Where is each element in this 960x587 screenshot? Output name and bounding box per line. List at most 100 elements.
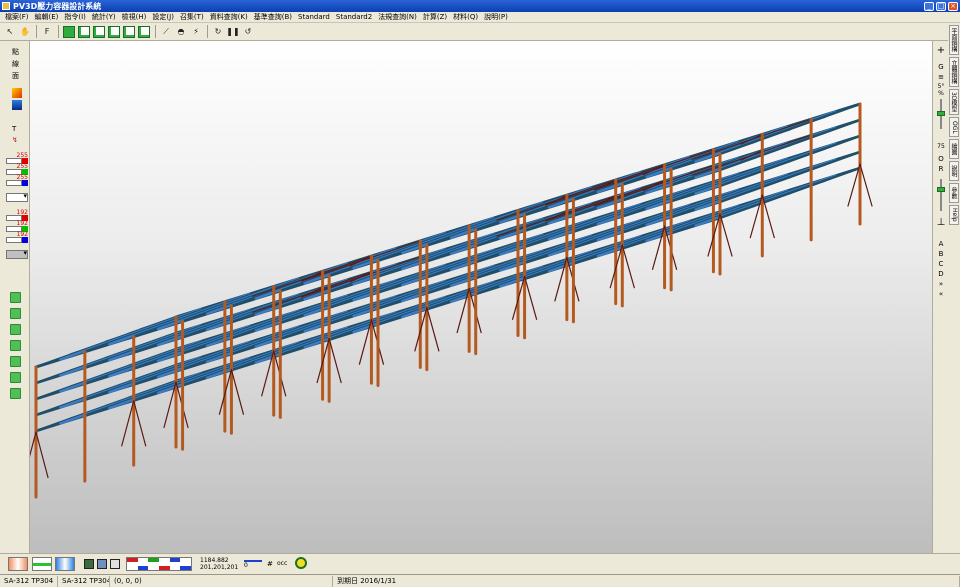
green-tool-button-4[interactable] — [10, 340, 21, 351]
menu-calculate[interactable]: 計算(Z) — [420, 12, 450, 22]
text-tool-icon[interactable]: T — [12, 125, 16, 133]
cube-iso-icon[interactable] — [138, 25, 150, 38]
color-dropdown-1[interactable] — [6, 192, 28, 202]
green-tool-button-3[interactable] — [10, 324, 21, 335]
tab-plane-steel[interactable]: 平面鋼構 — [949, 25, 959, 55]
mode-o-button[interactable]: O — [936, 155, 946, 163]
maximize-button[interactable]: □ — [936, 1, 946, 11]
green-tool-button-5[interactable] — [10, 356, 21, 367]
menu-material[interactable]: 材料(Q) — [450, 12, 481, 22]
green-tool-button-7[interactable] — [10, 388, 21, 399]
toolbar-separator — [155, 25, 156, 38]
rotate-slider-knob[interactable] — [937, 187, 945, 192]
rotate-icon[interactable]: ↻ — [212, 26, 224, 38]
occ-label: occ — [277, 560, 288, 567]
line-width-control[interactable]: 0 — [244, 557, 262, 571]
tab-3d-steel[interactable]: 立體鋼構 — [949, 57, 959, 87]
knee-brace — [859, 163, 873, 207]
measure-icon[interactable]: ⟋ — [160, 26, 172, 38]
pause-icon[interactable]: ❚❚ — [226, 26, 239, 38]
tab-ogl[interactable]: OGL — [949, 117, 959, 137]
menu-statistics[interactable]: 統計(Y) — [89, 12, 119, 22]
save-icon[interactable] — [97, 559, 107, 569]
zoom-slider-knob[interactable] — [937, 111, 945, 116]
next-button[interactable]: » — [936, 280, 946, 288]
render-icon[interactable]: ◓ — [175, 26, 187, 38]
knee-brace — [719, 213, 733, 257]
menu-standard2[interactable]: Standard2 — [333, 13, 375, 21]
view-point-button[interactable]: 點 — [12, 47, 19, 57]
menu-help[interactable]: 說明(P) — [481, 12, 511, 22]
font-icon[interactable]: F — [41, 26, 53, 38]
status-bar: SA-312 TP304 SA-312 TP304 (0, 0, 0) 到期日 … — [0, 574, 960, 587]
status-material-2: SA-312 TP304 — [58, 575, 110, 587]
close-button[interactable]: × — [948, 1, 958, 11]
green-tool-button-2[interactable] — [10, 308, 21, 319]
wand-icon[interactable]: ⚡ — [190, 26, 202, 38]
cube-side-icon[interactable] — [108, 25, 120, 38]
fire-palette-icon[interactable] — [12, 88, 22, 98]
tab-parameters[interactable]: 參數 — [949, 183, 959, 203]
left-tool-panel: 點 線 面 T ↯ 255 255 255 192 192 192 — [0, 41, 30, 553]
hand-icon[interactable]: ✋ — [19, 26, 31, 38]
letter-b-button[interactable]: B — [936, 250, 946, 258]
green-preview-swatch[interactable] — [32, 557, 52, 571]
menu-file[interactable]: 檔案(F) — [2, 12, 32, 22]
menu-standard[interactable]: Standard — [295, 13, 333, 21]
tab-drawing[interactable]: 繪圖 — [949, 139, 959, 159]
letter-c-button[interactable]: C — [936, 260, 946, 268]
cube-front-icon[interactable] — [78, 25, 90, 38]
view-face-button[interactable]: 面 — [12, 71, 19, 81]
menu-command[interactable]: 指令(I) — [61, 12, 89, 22]
title-bar: PV3D壓力容器設計系統 _ □ × — [0, 0, 960, 12]
blue-preview-swatch[interactable] — [55, 557, 75, 571]
menu-view[interactable]: 檢視(H) — [119, 12, 150, 22]
baseline-icon[interactable]: ⊥ — [936, 217, 946, 228]
document-icon[interactable] — [110, 559, 120, 569]
anchor-icon[interactable]: + — [936, 45, 946, 56]
pointer-icon[interactable]: ↖ — [4, 26, 16, 38]
color-scale-bar[interactable] — [126, 557, 192, 571]
knee-brace — [426, 306, 440, 352]
scale-percent-button[interactable]: 5°% — [936, 83, 946, 97]
pen-icon[interactable]: ↯ — [12, 136, 18, 144]
menu-edit[interactable]: 編輯(E) — [32, 12, 62, 22]
lines-icon[interactable]: ≡ — [936, 73, 946, 81]
tab-description[interactable]: 說明 — [949, 161, 959, 181]
cube-back-icon[interactable] — [123, 25, 135, 38]
rotate-slider-track[interactable] — [940, 179, 942, 211]
cube-solid-icon[interactable] — [63, 25, 75, 38]
menu-settings[interactable]: 設定(J) — [149, 12, 177, 22]
blue-palette-icon[interactable] — [12, 100, 22, 110]
tab-3d-model[interactable]: 3D模型 — [949, 89, 959, 115]
tab-help[interactable]: Help — [949, 205, 959, 225]
color-blue-row-2[interactable]: 192 — [6, 231, 28, 244]
hash-button[interactable]: # — [267, 560, 273, 568]
knee-brace — [328, 337, 342, 384]
check-icon[interactable] — [84, 559, 94, 569]
color-dropdown-2[interactable] — [6, 249, 28, 259]
letter-a-button[interactable]: A — [936, 240, 946, 248]
letter-d-button[interactable]: D — [936, 270, 946, 278]
cube-top-icon[interactable] — [93, 25, 105, 38]
menu-standard-query[interactable]: 基準查詢(B) — [251, 12, 295, 22]
menu-collect[interactable]: 召集(T) — [177, 12, 207, 22]
transverse-beam — [718, 102, 862, 156]
green-tool-button-6[interactable] — [10, 372, 21, 383]
color-blue-row[interactable]: 255 — [6, 174, 28, 187]
right-tool-panel: + G ≡ 5°% 75 O R ⊥ A B C D » « — [932, 41, 948, 553]
grid-g-button[interactable]: G — [936, 63, 946, 71]
prev-button[interactable]: « — [936, 290, 946, 298]
menu-code-query[interactable]: 法規查詢(N) — [375, 12, 420, 22]
orange-preview-swatch[interactable] — [8, 557, 28, 571]
minimize-button[interactable]: _ — [924, 1, 934, 11]
view-line-button[interactable]: 線 — [12, 59, 19, 69]
menu-data-query[interactable]: 資料查詢(K) — [207, 12, 251, 22]
green-tool-button-1[interactable] — [10, 292, 21, 303]
status-light-icon[interactable] — [295, 557, 307, 569]
mode-r-button[interactable]: R — [936, 165, 946, 173]
3d-viewport[interactable] — [30, 41, 932, 553]
reset-icon[interactable]: ↺ — [242, 26, 254, 38]
knee-brace — [133, 400, 147, 447]
app-icon — [2, 2, 10, 10]
